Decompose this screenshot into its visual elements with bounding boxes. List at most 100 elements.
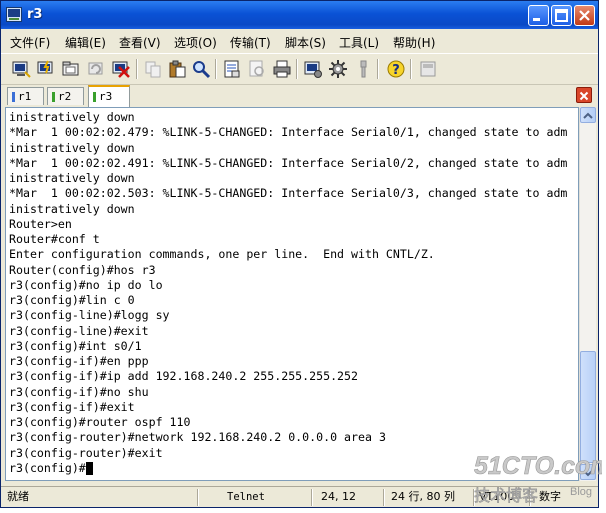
connect-icon[interactable] [11, 59, 31, 79]
menu-options[interactable]: 选项(O) [174, 34, 217, 51]
tab-r1[interactable]: r1 [7, 87, 44, 105]
status-divider [473, 489, 475, 506]
tab-status-indicator [93, 92, 96, 102]
window-title: r3 [27, 7, 43, 22]
terminal-line: r3(config-if)#ip add 192.168.240.2 255.2… [9, 369, 359, 384]
tab-r3[interactable]: r3 [88, 85, 130, 107]
tab-label: r2 [58, 90, 72, 103]
status-divider [383, 489, 385, 506]
terminal-prompt-line: r3(config)# [9, 461, 577, 476]
status-ready: 就绪 [7, 490, 29, 503]
terminal-line: inistratively down [9, 140, 135, 155]
print-icon[interactable] [272, 59, 292, 79]
maximize-icon [555, 9, 568, 22]
terminal-line: inistratively down [9, 201, 135, 216]
menu-tools[interactable]: 工具(L) [339, 34, 379, 51]
global-options-icon[interactable] [328, 59, 348, 79]
terminal-line: r3(config-router)#network 192.168.240.2 … [9, 430, 386, 445]
close-tab-button[interactable] [576, 87, 592, 103]
terminal-line: r3(config)#router ospf 110 [9, 415, 191, 429]
status-divider [197, 489, 199, 506]
scrollbar-thumb[interactable] [580, 351, 596, 463]
close-icon [579, 10, 590, 21]
scroll-down-button[interactable] [580, 464, 596, 480]
find-icon[interactable] [191, 59, 211, 79]
terminal-line: *Mar 1 00:02:02.479: %LINK-5-CHANGED: In… [9, 125, 568, 140]
terminal-line: r3(config-if)#exit [9, 399, 135, 414]
terminal-line: r3(config)#int s0/1 [9, 338, 142, 353]
menu-file[interactable]: 文件(F) [10, 34, 50, 51]
close-icon [579, 91, 589, 101]
arrow-down-icon [583, 470, 593, 477]
menu-script[interactable]: 脚本(S) [285, 34, 326, 51]
securecrt-app-icon [6, 7, 22, 22]
toolbar-separator [377, 59, 379, 79]
terminal-line: r3(config)#lin c 0 [9, 293, 135, 307]
sftp-icon[interactable] [418, 59, 438, 79]
tab-label: r1 [18, 90, 32, 103]
disconnect-icon[interactable] [111, 59, 131, 79]
terminal-line: inistratively down [9, 171, 135, 185]
toolbar: ? [1, 53, 598, 85]
status-divider [529, 489, 531, 506]
arrow-up-icon [583, 112, 593, 119]
session-options-icon[interactable] [303, 59, 323, 79]
menu-bar: 文件(F) 编辑(E) 查看(V) 选项(O) 传输(T) 脚本(S) 工具(L… [1, 29, 598, 53]
terminal-line: Router#conf t [9, 232, 100, 246]
tab-label: r3 [99, 90, 113, 103]
tab-r2[interactable]: r2 [47, 87, 84, 105]
minimize-icon [533, 18, 540, 21]
print-setup-icon[interactable] [222, 59, 242, 79]
terminal-line: *Mar 1 00:02:02.491: %LINK-5-CHANGED: In… [9, 155, 568, 170]
title-bar[interactable]: r3 [1, 1, 598, 29]
svg-text:?: ? [392, 63, 400, 78]
terminal-line: r3(config-router)#exit [9, 445, 163, 460]
toolbar-separator [296, 59, 298, 79]
status-terminal-size: 24 行, 80 列 [391, 490, 455, 503]
terminal-line: r3(config-if)#no shu [9, 384, 149, 399]
keymap-icon[interactable] [353, 59, 373, 79]
paste-icon[interactable] [167, 59, 187, 79]
close-button[interactable] [574, 5, 595, 26]
terminal-line: r3(config)#no ip do lo [9, 277, 163, 292]
status-divider [311, 489, 313, 506]
menu-edit[interactable]: 编辑(E) [65, 34, 106, 51]
tab-status-indicator [12, 92, 15, 102]
terminal-cursor [85, 461, 93, 475]
terminal-line: Router>en [9, 216, 72, 231]
quick-connect-icon[interactable] [36, 59, 56, 79]
minimize-button[interactable] [528, 5, 549, 26]
copy-icon[interactable] [143, 59, 163, 79]
help-icon[interactable]: ? [386, 59, 406, 79]
terminal-lines: inistratively down *Mar 1 00:02:02.479: … [9, 110, 577, 476]
status-protocol: Telnet [227, 491, 265, 503]
toolbar-separator [136, 59, 138, 79]
reconnect-icon[interactable] [86, 59, 106, 79]
toolbar-separator [410, 59, 412, 79]
status-cursor-position: 24, 12 [321, 490, 356, 503]
status-emulation-mode: VT100 [479, 490, 515, 503]
print-preview-icon[interactable] [247, 59, 267, 79]
terminal-prompt: r3(config)# [9, 460, 86, 475]
terminal-scrollbar[interactable] [579, 107, 596, 481]
toolbar-separator [215, 59, 217, 79]
terminal-line: Enter configuration commands, one per li… [9, 247, 435, 262]
terminal-line: r3(config-line)#exit [9, 323, 149, 338]
tab-status-indicator [52, 92, 55, 102]
session-tab-bar: r1 r2 r3 [1, 85, 598, 107]
scroll-up-button[interactable] [580, 107, 596, 123]
terminal-line: r3(config-line)#logg sy [9, 308, 170, 323]
terminal-line: r3(config-if)#en ppp [9, 354, 149, 368]
terminal-line: inistratively down [9, 110, 135, 124]
status-numlock: 数字 [539, 490, 561, 503]
maximize-button[interactable] [551, 5, 572, 26]
menu-help[interactable]: 帮助(H) [393, 34, 435, 51]
terminal-line: *Mar 1 00:02:02.503: %LINK-5-CHANGED: In… [9, 186, 568, 201]
connect-in-tab-icon[interactable] [61, 59, 81, 79]
status-bar: 就绪 Telnet 24, 12 24 行, 80 列 VT100 数字 [1, 486, 598, 507]
terminal-line: Router(config)#hos r3 [9, 262, 156, 277]
app-window: r3 文件(F) 编辑(E) 查看(V) 选项(O) 传输(T) 脚本(S) 工… [0, 0, 599, 508]
menu-transfer[interactable]: 传输(T) [230, 34, 271, 51]
terminal-output[interactable]: inistratively down *Mar 1 00:02:02.479: … [5, 107, 579, 481]
menu-view[interactable]: 查看(V) [119, 34, 161, 51]
